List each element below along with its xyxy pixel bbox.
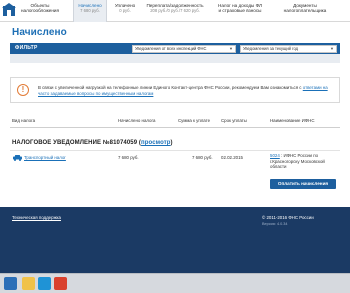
filter-label: ФИЛЬТР xyxy=(15,45,38,51)
deadline-value: 02.02.2015 xyxy=(221,155,243,160)
period-select[interactable]: Уведомления за текущий год ▼ xyxy=(240,44,337,53)
header-accrued: Начислено налога xyxy=(118,118,156,123)
taskbar xyxy=(0,273,350,293)
inspection-select[interactable]: Уведомления от всех инспекций ФНС ▼ xyxy=(132,44,236,53)
filter-bar: ФИЛЬТР Уведомления от всех инспекций ФНС… xyxy=(10,43,340,54)
filter-strip xyxy=(10,54,340,63)
chevron-down-icon: ▼ xyxy=(229,45,233,51)
tab-overpayment[interactable]: Переплата/задолженность 208 руб./0 руб./… xyxy=(145,0,205,22)
app-icon[interactable] xyxy=(54,277,67,290)
car-icon xyxy=(13,155,22,161)
row-divider xyxy=(10,150,340,151)
browser-icon[interactable] xyxy=(38,277,51,290)
header-tax-type: Вид налога xyxy=(12,118,36,123)
folder-icon[interactable] xyxy=(22,277,35,290)
tab-overpayment-sum: 208 руб./0 руб./7 620 руб. xyxy=(150,8,200,14)
notification-title: НАЛОГОВОЕ УВЕДОМЛЕНИЕ №81074059 xyxy=(12,140,138,146)
notification-heading: НАЛОГОВОЕ УВЕДОМЛЕНИЕ №81074059 (просмот… xyxy=(12,140,173,146)
top-navigation: Объекты налогообложения Начислено 7 680 … xyxy=(0,0,350,22)
header-amount: Сумма к уплате xyxy=(178,118,211,123)
amount-value: 7 680 руб. xyxy=(192,155,213,160)
notice-message: В связи с увеличенной нагрузкой на телеф… xyxy=(38,85,302,90)
period-select-value: Уведомления за текущий год xyxy=(243,45,299,51)
page-title: Начислено xyxy=(12,27,67,38)
version: Версия: 4.0.34 xyxy=(262,222,288,226)
tab-income-tax-label-2: и страховые взносы xyxy=(218,8,262,14)
tab-income-tax[interactable]: Налог на доходы ФЛ и страховые взносы xyxy=(212,0,268,22)
tab-accrued-sum: 7 680 руб. xyxy=(80,8,100,14)
transport-tax-link[interactable]: Транспортный налог xyxy=(24,155,66,161)
pay-accruals-button[interactable]: Оплатить начисления xyxy=(270,179,336,189)
inspection-select-value: Уведомления от всех инспекций ФНС xyxy=(135,45,207,51)
tab-paid[interactable]: Уплачено 0 руб. xyxy=(108,0,142,22)
copyright: © 2011-2016 ФНС России xyxy=(262,215,314,220)
tab-documents-label-2: налогоплательщика xyxy=(283,8,327,14)
tab-paid-sum: 0 руб. xyxy=(119,8,131,14)
table-header-divider xyxy=(10,127,340,128)
home-icon[interactable] xyxy=(2,3,16,17)
ifns-cell: 5024 : ИФНС России по г.Красногорску Мос… xyxy=(270,153,325,170)
notice-text: В связи с увеличенной нагрузкой на телеф… xyxy=(38,85,336,97)
tab-documents[interactable]: Документы налогоплательщика xyxy=(276,0,334,22)
chevron-down-icon: ▼ xyxy=(330,45,334,51)
info-notice: ! В связи с увеличенной нагрузкой на тел… xyxy=(10,77,340,103)
accrued-value: 7 680 руб. xyxy=(118,155,139,160)
header-deadline: Срок уплаты xyxy=(221,118,247,123)
tab-objects-label-2: налогообложения xyxy=(21,8,59,14)
tab-accrued[interactable]: Начислено 7 680 руб. xyxy=(73,0,107,22)
view-notification-link[interactable]: просмотр xyxy=(141,140,171,146)
ifns-code-link[interactable]: 5024 xyxy=(270,153,280,158)
header-ifns: Наименование ИФНС xyxy=(270,118,315,123)
tech-support-link[interactable]: Техническая поддержка xyxy=(12,215,61,220)
footer: Техническая поддержка © 2011-2016 ФНС Ро… xyxy=(0,207,350,273)
start-icon[interactable] xyxy=(4,277,17,290)
warning-icon: ! xyxy=(17,84,29,96)
tab-objects[interactable]: Объекты налогообложения xyxy=(18,0,62,22)
